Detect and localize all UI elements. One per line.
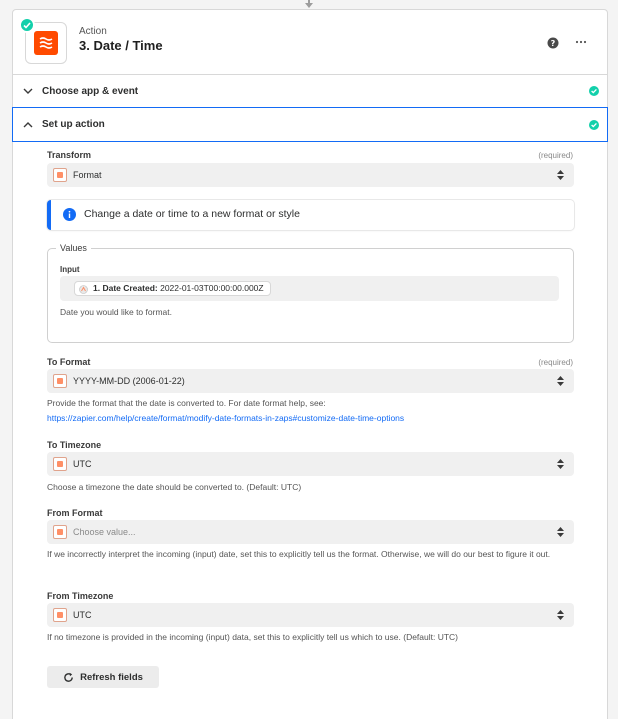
section-choose-app-label: Choose app & event (42, 85, 139, 97)
from-timezone-value: UTC (73, 610, 92, 620)
transform-required: (required) (538, 151, 573, 160)
to-format-label: To Format (47, 357, 91, 367)
values-legend: Values (56, 243, 91, 253)
refresh-fields-label: Refresh fields (80, 671, 143, 683)
to-timezone-help: Choose a timezone the date should be con… (47, 482, 302, 492)
input-help-text: Date you would like to format. (60, 307, 172, 317)
to-timezone-select[interactable]: UTC (47, 452, 574, 476)
sort-arrows-icon (557, 527, 564, 537)
from-timezone-help: If no timezone is provided in the incomi… (47, 632, 459, 642)
input-label: Input (60, 265, 80, 274)
date-time-icon (53, 374, 67, 388)
step-header[interactable]: Action 3. Date / Time ? (13, 10, 607, 74)
section-setup-action[interactable]: Set up action (12, 107, 608, 142)
from-format-placeholder: Choose value... (73, 527, 136, 537)
date-time-icon (53, 608, 67, 622)
date-time-icon (34, 31, 58, 55)
step-connector-arrow (305, 3, 313, 8)
step-title: 3. Date / Time (79, 38, 163, 53)
sort-arrows-icon (557, 610, 564, 620)
section-complete-icon (589, 119, 599, 130)
values-fieldset: Values Input 1. Date Created: 2022-01-03… (47, 243, 574, 343)
step-complete-check-icon (19, 17, 35, 33)
from-format-label: From Format (47, 508, 103, 518)
input-field[interactable]: 1. Date Created: 2022-01-03T00:00:00.000… (60, 276, 559, 301)
from-timezone-select[interactable]: UTC (47, 603, 574, 627)
to-format-required: (required) (538, 358, 573, 367)
step-card: Action 3. Date / Time ? Choose app & eve… (12, 9, 608, 719)
section-choose-app[interactable]: Choose app & event (13, 74, 607, 107)
date-time-icon (53, 525, 67, 539)
sort-arrows-icon (557, 376, 564, 386)
svg-text:?: ? (551, 39, 556, 48)
help-icon[interactable]: ? (547, 37, 559, 49)
chevron-down-icon (23, 88, 33, 94)
to-format-help-text: Provide the format that the date is conv… (47, 398, 326, 408)
date-time-icon (53, 168, 67, 182)
step-type: Action (79, 26, 107, 37)
date-time-icon (53, 457, 67, 471)
info-callout: Change a date or time to a new format or… (47, 200, 574, 230)
section-complete-icon (589, 86, 599, 96)
mapped-field-pill[interactable]: 1. Date Created: 2022-01-03T00:00:00.000… (74, 281, 271, 296)
info-icon (63, 208, 76, 221)
from-format-select[interactable]: Choose value... (47, 520, 574, 544)
from-format-help: If we incorrectly interpret the incoming… (47, 549, 551, 559)
trigger-app-icon (79, 285, 88, 294)
pill-label: 1. Date Created: (93, 283, 158, 293)
to-timezone-label: To Timezone (47, 440, 102, 450)
chevron-up-icon (23, 121, 33, 127)
to-format-value: YYYY-MM-DD (2006-01-22) (73, 376, 185, 386)
sort-arrows-icon (557, 170, 564, 180)
to-format-help: Provide the format that the date is conv… (47, 396, 574, 426)
from-timezone-label: From Timezone (47, 591, 114, 601)
to-timezone-value: UTC (73, 459, 92, 469)
pill-value: 2022-01-03T00:00:00.000Z (160, 283, 264, 293)
transform-label: Transform (47, 150, 92, 160)
to-format-select[interactable]: YYYY-MM-DD (2006-01-22) (47, 369, 574, 393)
section-setup-action-label: Set up action (42, 119, 105, 130)
transform-value: Format (73, 170, 102, 180)
more-icon[interactable] (575, 39, 587, 45)
info-text: Change a date or time to a new format or… (84, 208, 300, 220)
refresh-fields-button[interactable]: Refresh fields (47, 666, 159, 688)
transform-select[interactable]: Format (47, 163, 574, 187)
refresh-icon (64, 672, 73, 682)
sort-arrows-icon (557, 459, 564, 469)
to-format-help-link[interactable]: https://zapier.com/help/create/format/mo… (47, 413, 404, 423)
